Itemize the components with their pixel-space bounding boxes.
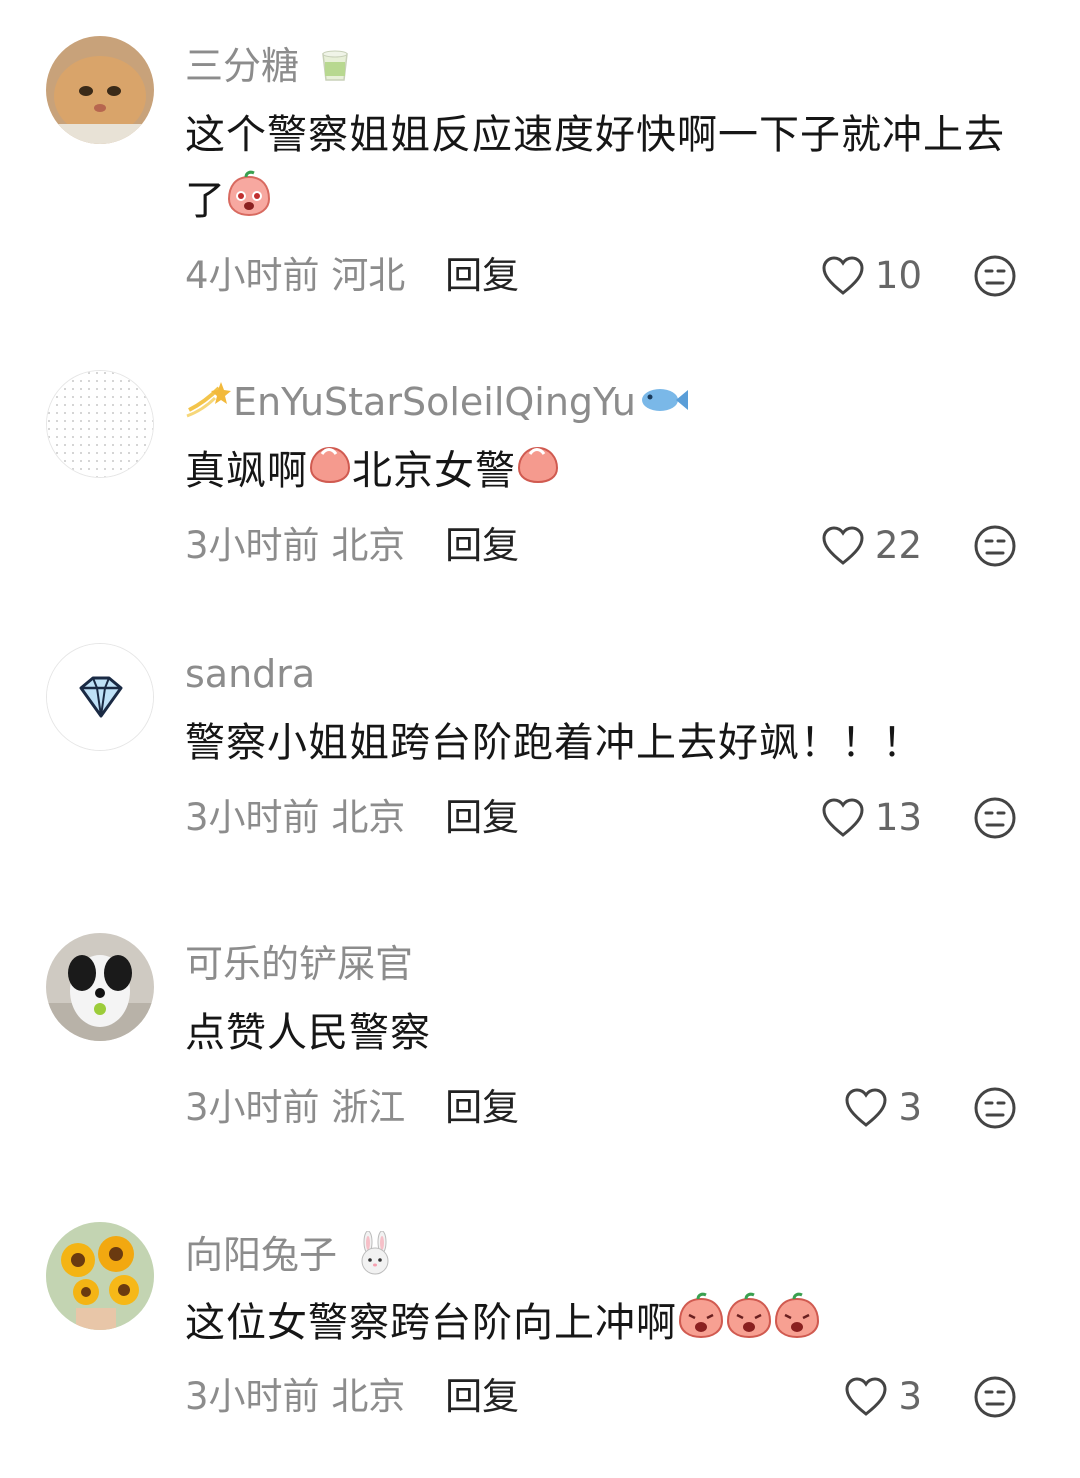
username[interactable]: EnYuStarSoleilQingYu bbox=[185, 380, 688, 429]
comment-meta: 3小时前 北京 回复 bbox=[185, 796, 520, 839]
reply-button[interactable]: 回复 bbox=[445, 796, 519, 839]
comment-meta: 4小时前 河北 回复 bbox=[185, 254, 520, 297]
like-count: 10 bbox=[874, 254, 922, 297]
like-count: 22 bbox=[874, 524, 922, 567]
avatar[interactable] bbox=[46, 643, 154, 751]
like-button[interactable]: 22 bbox=[821, 524, 922, 568]
username[interactable]: 三分糖 bbox=[185, 44, 353, 93]
peach-emoji bbox=[308, 440, 352, 506]
reply-button[interactable]: 回复 bbox=[445, 1375, 519, 1418]
like-count: 3 bbox=[898, 1375, 922, 1418]
heart-icon bbox=[822, 256, 864, 295]
avatar[interactable] bbox=[46, 1222, 154, 1330]
avatar[interactable] bbox=[46, 370, 154, 478]
like-button[interactable]: 3 bbox=[844, 1086, 922, 1130]
heart-icon bbox=[845, 1377, 887, 1416]
avatar[interactable] bbox=[46, 933, 154, 1041]
username[interactable]: 向阳兔子 bbox=[185, 1230, 395, 1284]
rabbit-emoji bbox=[355, 1230, 395, 1284]
comment-text: 警察小姐姐跨台阶跑着冲上去好飒！！！ bbox=[185, 720, 923, 766]
dislike-face-icon[interactable] bbox=[973, 796, 1017, 840]
comment-text: 这位女警察跨台阶向上冲啊 bbox=[185, 1290, 1035, 1359]
like-button[interactable]: 3 bbox=[844, 1375, 922, 1419]
tea-cup-emoji bbox=[317, 44, 353, 93]
like-button[interactable]: 13 bbox=[821, 796, 922, 840]
reply-button[interactable]: 回复 bbox=[445, 1086, 519, 1129]
heart-icon bbox=[845, 1088, 887, 1127]
comment-meta: 3小时前 北京 回复 bbox=[185, 1375, 520, 1418]
reply-button[interactable]: 回复 bbox=[445, 254, 519, 297]
dislike-face-icon[interactable] bbox=[973, 1086, 1017, 1130]
like-count: 3 bbox=[898, 1086, 922, 1129]
reply-button[interactable]: 回复 bbox=[445, 524, 519, 567]
dislike-face-icon[interactable] bbox=[973, 524, 1017, 568]
like-button[interactable]: 10 bbox=[821, 254, 922, 298]
comment-meta: 3小时前 浙江 回复 bbox=[185, 1086, 520, 1129]
comment-text: 这个警察姐姐反应速度好快啊一下子就冲上去了 bbox=[185, 102, 1035, 237]
shooting-star-emoji bbox=[185, 380, 231, 429]
like-count: 13 bbox=[874, 796, 922, 839]
peach-emoji bbox=[773, 1291, 821, 1359]
heart-icon bbox=[822, 798, 864, 837]
dislike-face-icon[interactable] bbox=[973, 254, 1017, 298]
heart-icon bbox=[822, 526, 864, 565]
username[interactable]: sandra bbox=[185, 652, 315, 696]
comment-meta: 3小时前 北京 回复 bbox=[185, 524, 520, 567]
peach-emoji bbox=[516, 440, 560, 506]
peach-emoji bbox=[725, 1291, 773, 1359]
comment-text: 真飒啊 北京女警 bbox=[185, 438, 1035, 506]
avatar[interactable] bbox=[46, 36, 154, 144]
fish-emoji bbox=[638, 382, 688, 427]
peach-emoji bbox=[677, 1291, 725, 1359]
dislike-face-icon[interactable] bbox=[973, 1375, 1017, 1419]
comment-text: 点赞人民警察 bbox=[185, 1010, 431, 1056]
username[interactable]: 可乐的铲屎官 bbox=[185, 942, 413, 986]
peach-emoji bbox=[226, 169, 272, 237]
